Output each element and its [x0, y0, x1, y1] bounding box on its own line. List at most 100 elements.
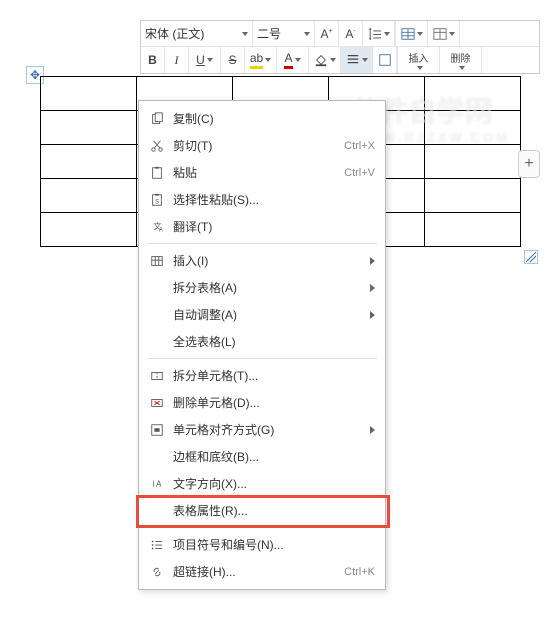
insert-dropdown-button[interactable]: 插入 [398, 47, 440, 73]
copy-icon [147, 112, 167, 126]
strikethrough-button[interactable]: S [221, 47, 245, 73]
menu-item-text-dir[interactable]: IA 文字方向(X)... [139, 470, 385, 497]
menu-item-label: 拆分表格(A) [173, 279, 370, 296]
menu-item-paste-special[interactable]: S选择性粘贴(S)... [139, 186, 385, 213]
toolbar-row-1: 宋体 (正文) 二号 A+ A- [141, 21, 539, 47]
font-family-select[interactable]: 宋体 (正文) [141, 21, 253, 46]
italic-button[interactable]: I [165, 47, 189, 73]
chevron-down-icon [265, 58, 271, 62]
menu-item-label: 边框和底纹(B)... [173, 448, 375, 465]
insert-table-button[interactable] [396, 21, 428, 46]
svg-text:S: S [155, 198, 159, 205]
menu-item-bullets[interactable]: 项目符号和编号(N)... [139, 531, 385, 558]
text-dir-icon: IA [147, 477, 167, 491]
chevron-down-icon [242, 32, 248, 36]
delete-dropdown-button[interactable]: 删除 [440, 47, 482, 73]
link-icon [147, 565, 167, 579]
menu-item-label: 插入(I) [173, 252, 370, 269]
menu-item-label: 粘贴 [173, 164, 344, 181]
menu-item-label: 单元格对齐方式(G) [173, 421, 370, 438]
toolbar-row-2: B I U S ab A 插入 删除 [141, 47, 539, 73]
font-family-value: 宋体 (正文) [145, 25, 240, 42]
formatting-toolbar: 宋体 (正文) 二号 A+ A- B I U S ab A [140, 20, 540, 74]
align-button[interactable] [341, 47, 373, 73]
menu-item-label: 复制(C) [173, 110, 375, 127]
menu-item-a[interactable]: 拆分表格(A) [139, 274, 385, 301]
chevron-down-icon [417, 32, 423, 36]
strike-icon: S [228, 53, 236, 67]
font-size-select[interactable]: 二号 [253, 21, 315, 46]
chevron-down-icon [330, 58, 336, 62]
bold-button[interactable]: B [141, 47, 165, 73]
borders-button[interactable] [373, 47, 397, 73]
move-icon: ✥ [30, 68, 40, 82]
menu-item-translate[interactable]: 文A 翻译(T) [139, 213, 385, 240]
bullets-icon [147, 538, 167, 552]
menu-item-label: 项目符号和编号(N)... [173, 536, 375, 553]
chevron-down-icon [459, 66, 465, 70]
submenu-arrow-icon [370, 311, 375, 319]
menu-shortcut: Ctrl+K [344, 566, 375, 578]
menu-item-label: 翻译(T) [173, 218, 375, 235]
chevron-down-icon [295, 58, 301, 62]
line-spacing-button[interactable] [363, 21, 395, 46]
chevron-down-icon [449, 32, 455, 36]
submenu-arrow-icon [370, 284, 375, 292]
menu-separator [147, 358, 377, 359]
table-resize-handle[interactable] [524, 250, 538, 264]
decrease-font-icon: A- [345, 27, 355, 41]
menu-separator [147, 527, 377, 528]
highlight-button[interactable]: ab [245, 47, 277, 73]
add-column-button[interactable]: + [518, 150, 540, 178]
menu-item-label: 全选表格(L) [173, 333, 375, 350]
submenu-arrow-icon [370, 426, 375, 434]
shading-button[interactable] [309, 47, 341, 73]
menu-item-a[interactable]: 自动调整(A) [139, 301, 385, 328]
menu-shortcut: Ctrl+X [344, 140, 375, 152]
menu-item-align[interactable]: 单元格对齐方式(G) [139, 416, 385, 443]
menu-item-insert[interactable]: 插入(I) [139, 247, 385, 274]
menu-item-label: 表格属性(R)... [173, 502, 375, 519]
table-style-button[interactable] [428, 21, 460, 46]
translate-icon: 文A [147, 220, 167, 234]
font-color-icon: A [284, 51, 292, 69]
menu-item-l[interactable]: 全选表格(L) [139, 328, 385, 355]
submenu-arrow-icon [370, 257, 375, 265]
menu-item-label: 超链接(H)... [173, 563, 344, 580]
menu-separator [147, 243, 377, 244]
svg-text:A: A [156, 479, 162, 488]
insert-icon [147, 254, 167, 268]
bold-icon: B [148, 53, 157, 67]
font-color-button[interactable]: A [277, 47, 309, 73]
increase-font-icon: A+ [320, 27, 332, 41]
resize-icon [526, 252, 536, 262]
menu-item-delete-cell[interactable]: 删除单元格(D)... [139, 389, 385, 416]
menu-item-split-cell[interactable]: 拆分单元格(T)... [139, 362, 385, 389]
delete-cell-icon [147, 396, 167, 410]
context-menu: 复制(C)剪切(T)Ctrl+X粘贴Ctrl+VS选择性粘贴(S)...文A翻译… [138, 100, 386, 590]
chevron-down-icon [362, 58, 368, 62]
insert-label: 插入 [409, 50, 429, 65]
font-size-value: 二号 [257, 25, 302, 42]
align-icon [147, 423, 167, 437]
chevron-down-icon [304, 32, 310, 36]
menu-item-copy[interactable]: 复制(C) [139, 105, 385, 132]
split-cell-icon [147, 369, 167, 383]
menu-item-cut[interactable]: 剪切(T)Ctrl+X [139, 132, 385, 159]
paste-special-icon: S [147, 193, 167, 207]
decrease-font-button[interactable]: A- [339, 21, 363, 46]
underline-button[interactable]: U [189, 47, 221, 73]
menu-item-label: 文字方向(X)... [173, 475, 375, 492]
menu-item-label: 剪切(T) [173, 137, 344, 154]
chevron-down-icon [207, 58, 213, 62]
menu-item-label: 删除单元格(D)... [173, 394, 375, 411]
underline-icon: U [196, 53, 205, 67]
menu-item-r[interactable]: 表格属性(R)... [139, 497, 385, 524]
menu-item-paste[interactable]: 粘贴Ctrl+V [139, 159, 385, 186]
menu-item-label: 自动调整(A) [173, 306, 370, 323]
menu-item-link[interactable]: 超链接(H)...Ctrl+K [139, 558, 385, 585]
increase-font-button[interactable]: A+ [315, 21, 339, 46]
menu-item-b[interactable]: 边框和底纹(B)... [139, 443, 385, 470]
border-icon [378, 53, 392, 67]
align-icon [346, 53, 360, 67]
